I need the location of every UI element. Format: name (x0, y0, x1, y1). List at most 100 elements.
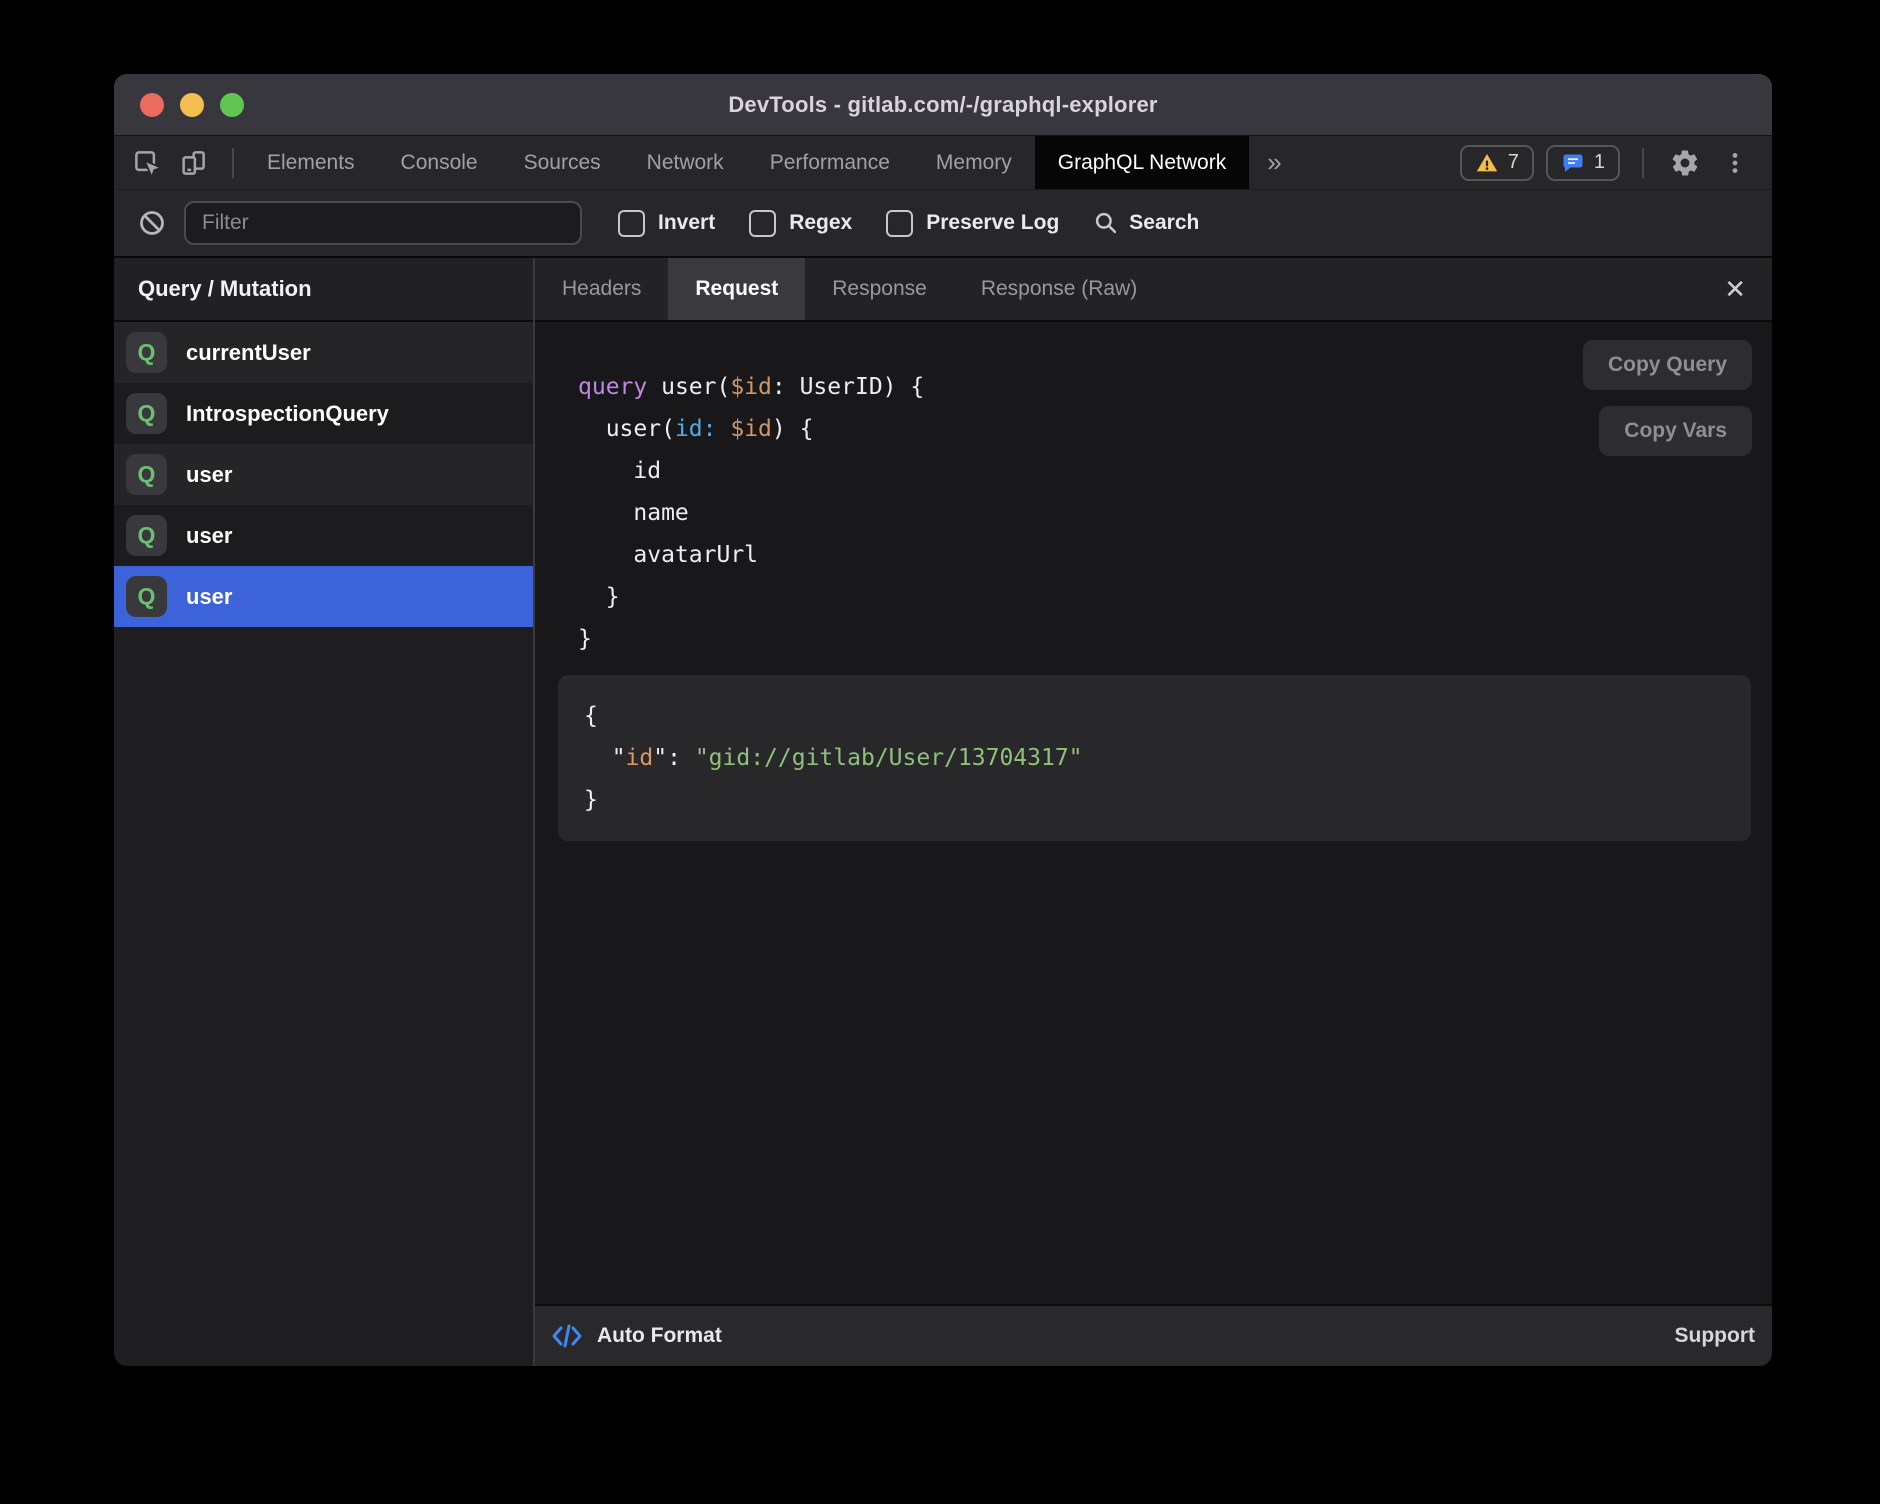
query-list-item[interactable]: Q IntrospectionQuery (114, 383, 533, 444)
code-token: $id (730, 374, 772, 400)
code-token: } (578, 584, 620, 610)
checkbox-regex[interactable]: Regex (749, 210, 852, 237)
settings-gear-icon[interactable] (1666, 144, 1704, 182)
code-token: " (584, 745, 626, 771)
more-tabs-button[interactable]: » (1249, 136, 1299, 189)
code-line: name (578, 492, 1772, 534)
tab-elements[interactable]: Elements (244, 136, 378, 189)
tab-network[interactable]: Network (624, 136, 747, 189)
query-type-badge: Q (126, 576, 167, 617)
code-token: " (653, 745, 667, 771)
close-icon: ✕ (1724, 274, 1746, 305)
warning-icon (1475, 151, 1499, 175)
inspect-element-icon[interactable] (128, 144, 166, 182)
query-list-item-label: user (186, 584, 232, 610)
issues-count: 1 (1594, 151, 1605, 174)
toolbar-separator (232, 148, 234, 178)
tab-memory[interactable]: Memory (913, 136, 1035, 189)
code-line: "id": "gid://gitlab/User/13704317" (584, 737, 1725, 779)
query-list-item[interactable]: Quser (114, 444, 533, 505)
code-token (716, 416, 730, 442)
code-token: user( (647, 374, 730, 400)
status-separator (1642, 148, 1644, 178)
chevron-double-right-icon: » (1267, 147, 1281, 178)
query-list-item[interactable]: QcurrentUser (114, 322, 533, 383)
panel-footer: Auto Format Support (535, 1304, 1772, 1366)
search-icon (1093, 210, 1119, 236)
code-line: avatarUrl (578, 534, 1772, 576)
support-link[interactable]: Support (1675, 1324, 1755, 1348)
query-type-badge: Q (126, 393, 167, 434)
code-token: user( (578, 416, 675, 442)
query-type-badge: Q (126, 515, 167, 556)
request-tab-body: query user($id: UserID) { user(id: $id) … (535, 322, 1772, 1304)
search-label: Search (1129, 211, 1199, 235)
search-button[interactable]: Search (1093, 210, 1199, 236)
filter-checkbox-group: Invert Regex Preserve Log (618, 210, 1059, 237)
window-titlebar[interactable]: DevTools - gitlab.com/-/graphql-explorer (114, 74, 1772, 136)
warnings-badge[interactable]: 7 (1460, 145, 1534, 181)
code-token: "gid://gitlab/User/13704317" (695, 745, 1083, 771)
issues-badge[interactable]: 1 (1546, 145, 1620, 181)
close-panel-button[interactable]: ✕ (1698, 258, 1772, 320)
close-button[interactable] (140, 93, 164, 117)
filter-bar: Invert Regex Preserve Log Search (114, 190, 1772, 258)
query-list: QcurrentUserQIntrospectionQueryQuserQuse… (114, 322, 533, 627)
devtools-content: Query / Mutation QcurrentUserQIntrospect… (114, 258, 1772, 1366)
auto-format-icon (550, 1321, 584, 1351)
minimize-button[interactable] (180, 93, 204, 117)
checkbox-preserve-log[interactable]: Preserve Log (886, 210, 1059, 237)
code-token: : UserID) { (772, 374, 924, 400)
code-token: { (584, 703, 598, 729)
query-list-panel: Query / Mutation QcurrentUserQIntrospect… (114, 258, 535, 1366)
code-token: id (626, 745, 654, 771)
zoom-button[interactable] (220, 93, 244, 117)
clear-block-icon[interactable] (132, 203, 172, 243)
tab-headers[interactable]: Headers (535, 258, 668, 320)
query-list-item-label: user (186, 523, 232, 549)
copy-vars-button[interactable]: Copy Vars (1599, 406, 1752, 456)
code-line: } (578, 576, 1772, 618)
toolbar-icons (114, 136, 222, 189)
code-line: { (584, 695, 1725, 737)
code-token: query (578, 374, 647, 400)
copy-query-button[interactable]: Copy Query (1583, 340, 1752, 390)
query-list-header: Query / Mutation (114, 258, 533, 322)
checkbox-box[interactable] (749, 210, 776, 237)
code-token: avatarUrl (578, 542, 758, 568)
checkbox-label: Preserve Log (926, 211, 1059, 235)
tab-response[interactable]: Response (805, 258, 954, 320)
query-list-item[interactable]: Quser (114, 505, 533, 566)
tab-sources[interactable]: Sources (501, 136, 624, 189)
query-list-item-label: IntrospectionQuery (186, 401, 389, 427)
tab-request[interactable]: Request (668, 258, 805, 320)
tab-graphql-network[interactable]: GraphQL Network (1035, 136, 1249, 189)
code-line: } (578, 618, 1772, 660)
checkbox-label: Regex (789, 211, 852, 235)
checkbox-box[interactable] (886, 210, 913, 237)
code-token: : (667, 745, 695, 771)
variables-json-code: { "id": "gid://gitlab/User/13704317"} (584, 695, 1725, 821)
query-type-badge: Q (126, 332, 167, 373)
query-list-item-label: currentUser (186, 340, 311, 366)
device-toolbar-icon[interactable] (174, 144, 212, 182)
checkbox-box[interactable] (618, 210, 645, 237)
traffic-lights (140, 74, 244, 135)
code-token: } (578, 626, 592, 652)
code-line: id (578, 450, 1772, 492)
auto-format-button[interactable]: Auto Format (597, 1324, 722, 1348)
request-detail-panel: HeadersRequestResponseResponse (Raw) ✕ q… (535, 258, 1772, 1366)
tab-response-raw[interactable]: Response (Raw) (954, 258, 1164, 320)
toolbar-spacer (1300, 136, 1460, 189)
code-token: id: (675, 416, 717, 442)
devtools-tab-strip: ElementsConsoleSourcesNetworkPerformance… (244, 136, 1249, 189)
tab-console[interactable]: Console (378, 136, 501, 189)
filter-input[interactable] (184, 201, 582, 245)
kebab-menu-icon[interactable] (1716, 144, 1754, 182)
checkbox-invert[interactable]: Invert (618, 210, 715, 237)
toolbar-status-group: 7 1 (1460, 136, 1772, 189)
variables-box: { "id": "gid://gitlab/User/13704317"} (558, 675, 1751, 841)
query-list-item[interactable]: Quser (114, 566, 533, 627)
code-token: id (578, 458, 661, 484)
tab-performance[interactable]: Performance (747, 136, 913, 189)
